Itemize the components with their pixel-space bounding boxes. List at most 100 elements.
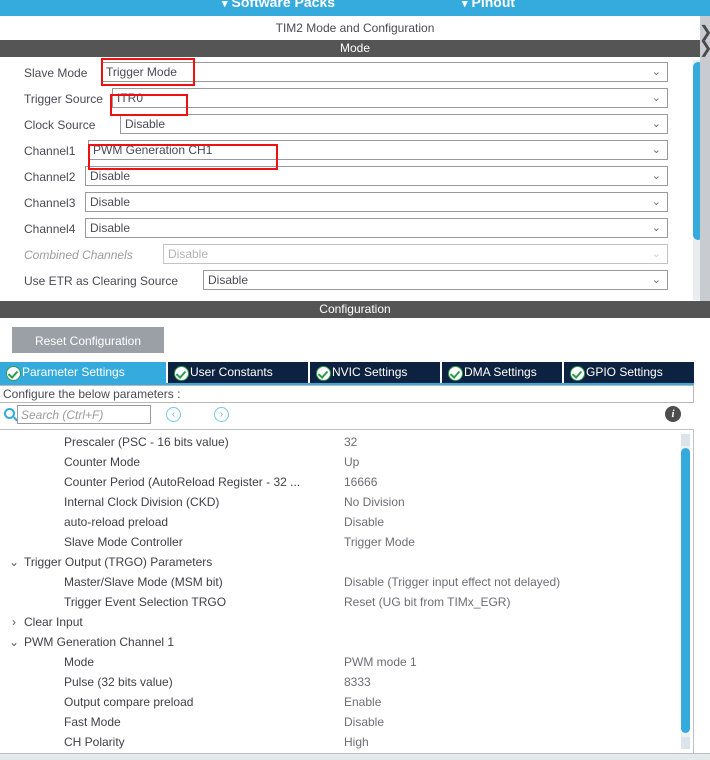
mode-row-value: Disable (90, 221, 131, 235)
parameter-value[interactable]: Reset (UG bit from TIMx_EGR) (344, 592, 510, 612)
parameter-value[interactable]: Trigger Mode (344, 532, 415, 552)
parameter-value[interactable]: PWM mode 1 (344, 652, 417, 672)
mode-row-combobox[interactable]: Disable ⌄ (85, 166, 668, 186)
mode-form-area: Slave Mode Trigger Mode ⌄ Trigger Source ITR… (0, 57, 710, 301)
mode-row-value: Disable (90, 195, 131, 209)
parameter-name: Prescaler (PSC - 16 bits value) (64, 435, 229, 449)
parameter-value[interactable]: 16666 (344, 472, 377, 492)
chevron-down-icon: ⌄ (651, 222, 661, 234)
mode-row-combobox[interactable]: Disable ⌄ (85, 218, 668, 238)
parameter-row[interactable]: auto-reload preload Disable (0, 512, 692, 532)
top-menu-bar: ▾ Software Packs ▾ Pinout (0, 0, 710, 16)
parameter-row[interactable]: Internal Clock Division (CKD) No Division (0, 492, 692, 512)
parameter-row[interactable]: Trigger Event Selection TRGO Reset (UG bi… (0, 592, 692, 612)
menu-item-pinout[interactable]: ▾ Pinout (462, 0, 515, 10)
chevron-down-icon: ⌄ (651, 170, 661, 182)
parameter-value[interactable]: 32 (344, 432, 357, 452)
mode-row-value: Disable (168, 247, 209, 261)
tab-user-constants[interactable]: User Constants (168, 362, 308, 383)
parameter-row[interactable]: Slave Mode Controller Trigger Mode (0, 532, 692, 552)
mode-row-combobox[interactable]: Disable ⌄ (85, 192, 668, 212)
info-icon[interactable]: i (665, 406, 681, 422)
splitter-collapse-arrow-icon[interactable]: ❯ (699, 25, 710, 41)
chevron-down-icon: ⌄ (651, 66, 661, 78)
tab-dma-settings[interactable]: DMA Settings (442, 362, 562, 383)
parameter-row[interactable]: Output compare preload Enable (0, 692, 692, 712)
tab-label: GPIO Settings (586, 365, 663, 379)
parameter-row[interactable]: ⌄ Trigger Output (TRGO) Parameters (0, 552, 692, 572)
mode-row-label: Channel2 (24, 170, 76, 184)
configuration-tabbar: Parameter Settings User Constants NVIC Set… (0, 362, 710, 383)
chevron-down-icon[interactable]: ⌄ (8, 552, 20, 572)
mode-row-combobox: Disable ⌄ (163, 244, 668, 264)
chevron-down-icon: ⌄ (651, 196, 661, 208)
tab-nvic-settings[interactable]: NVIC Settings (310, 362, 440, 383)
parameter-row[interactable]: Counter Mode Up (0, 452, 692, 472)
parameter-list: Prescaler (PSC - 16 bits value) 32 Counter… (0, 429, 694, 754)
mode-row-value: ITR0 (117, 91, 144, 105)
tab-label: NVIC Settings (332, 365, 408, 379)
parameter-row[interactable]: Pulse (32 bits value) 8333 (0, 672, 692, 692)
mode-row-channel4: Channel4 Disable ⌄ (0, 218, 700, 240)
bottom-edge (0, 753, 710, 760)
parameter-row[interactable]: Fast Mode Disable (0, 712, 692, 732)
chevron-down-icon: ⌄ (651, 92, 661, 104)
parameter-name: Slave Mode Controller (64, 535, 183, 549)
configuration-section-header: Configuration (0, 301, 710, 318)
reset-configuration-button[interactable]: Reset Configuration (12, 327, 164, 353)
tab-gpio-settings[interactable]: GPIO Settings (564, 362, 710, 383)
parameter-row[interactable]: CH Polarity High (0, 732, 692, 752)
parameter-row[interactable]: › Clear Input (0, 612, 692, 632)
configure-hint: Configure the below parameters : (0, 385, 694, 403)
chevron-right-icon[interactable]: › (8, 612, 20, 632)
search-icon (4, 408, 15, 419)
mode-row-value: Trigger Mode (106, 65, 177, 79)
parameter-row[interactable]: Counter Period (AutoReload Register - 32… (0, 472, 692, 492)
tab-parameter-settings[interactable]: Parameter Settings (0, 362, 166, 383)
mode-row-combobox[interactable]: Disable ⌄ (203, 270, 668, 290)
parameter-row[interactable]: Mode PWM mode 1 (0, 652, 692, 672)
panel-splitter[interactable]: ❯ ❯ (699, 16, 710, 301)
search-next-button[interactable]: › (214, 407, 229, 422)
mode-row-use-etr-as-clearing-source: Use ETR as Clearing Source Disable ⌄ (0, 270, 700, 292)
menu-item-software-packs[interactable]: ▾ Software Packs (222, 0, 335, 10)
parameter-row[interactable]: ⌄ PWM Generation Channel 1 (0, 632, 692, 652)
mode-row-label: Channel1 (24, 144, 76, 158)
tab-label: DMA Settings (464, 365, 537, 379)
check-circle-icon (448, 366, 463, 381)
parameter-value[interactable]: 8333 (344, 672, 371, 692)
mode-row-channel1: Channel1 PWM Generation CH1 ⌄ (0, 140, 700, 162)
parameter-name: Counter Period (AutoReload Register - 32… (64, 475, 301, 489)
parameter-value[interactable]: Disable (Trigger input effect not delaye… (344, 572, 560, 592)
parameter-value[interactable]: Disable (344, 512, 384, 532)
parameter-name: Trigger Output (TRGO) Parameters (24, 555, 213, 569)
parameter-value[interactable]: Enable (344, 692, 381, 712)
parameter-name: auto-reload preload (64, 515, 169, 529)
mode-row-label: Combined Channels (24, 248, 133, 262)
menu-item-pinout-label: Pinout (471, 0, 516, 10)
mode-row-combobox[interactable]: ITR0 ⌄ (112, 88, 668, 108)
check-circle-icon (570, 366, 585, 381)
mode-row-label: Clock Source (24, 118, 96, 132)
mode-row-combobox[interactable]: PWM Generation CH1 ⌄ (88, 140, 668, 160)
parameter-value[interactable]: No Division (344, 492, 405, 512)
mode-row-combobox[interactable]: Trigger Mode ⌄ (101, 62, 668, 82)
parameter-value[interactable]: Disable (344, 712, 384, 732)
configuration-area: Reset Configuration Parameter Settings Us… (0, 318, 710, 760)
chevron-down-icon[interactable]: ⌄ (8, 632, 20, 652)
right-gutter (694, 318, 710, 760)
menu-item-software-packs-label: Software Packs (231, 0, 336, 10)
search-input[interactable] (17, 405, 151, 424)
parameter-value[interactable]: Up (344, 452, 359, 472)
mode-row-label: Trigger Source (24, 92, 103, 106)
parameter-row[interactable]: Master/Slave Mode (MSM bit) Disable (Trig… (0, 572, 692, 592)
tab-label: Parameter Settings (22, 365, 125, 379)
parameter-row[interactable]: Prescaler (PSC - 16 bits value) 32 (0, 432, 692, 452)
mode-row-trigger-source: Trigger Source ITR0 ⌄ (0, 88, 700, 110)
search-prev-button[interactable]: ‹ (166, 407, 181, 422)
parameter-value[interactable]: High (344, 732, 369, 752)
mode-row-combobox[interactable]: Disable ⌄ (120, 114, 668, 134)
check-circle-icon (174, 366, 189, 381)
parameter-name: Output compare preload (64, 695, 194, 709)
splitter-expand-arrow-icon[interactable]: ❯ (699, 41, 710, 57)
